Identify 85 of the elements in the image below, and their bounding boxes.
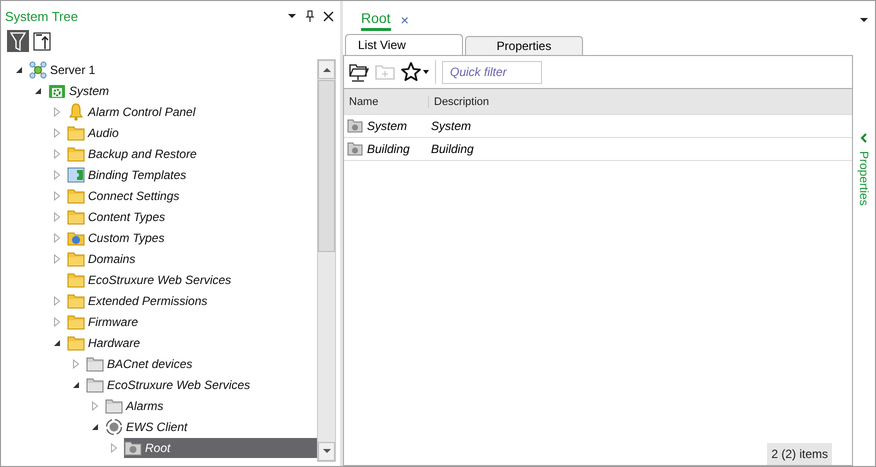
gear-folder-icon — [48, 82, 66, 98]
column-header[interactable]: Description — [429, 96, 490, 108]
folder-icon — [67, 334, 85, 350]
item-count: 2 (2) items — [767, 443, 832, 465]
folder-icon — [86, 356, 104, 372]
collapsed-arrow-icon[interactable] — [53, 148, 61, 158]
folder-icon — [67, 208, 85, 224]
folder-icon — [105, 398, 123, 414]
expanded-arrow-icon[interactable] — [34, 86, 42, 96]
tree-item[interactable]: Domains — [67, 248, 140, 268]
network-icon — [29, 60, 47, 78]
dropdown-icon[interactable] — [287, 11, 297, 21]
tree-item[interactable]: EWS Client — [105, 416, 192, 436]
collapsed-arrow-icon[interactable] — [72, 358, 80, 368]
collapsed-arrow-icon[interactable] — [53, 316, 61, 326]
scroll-down-icon[interactable] — [322, 449, 330, 454]
tree-item[interactable]: System — [48, 80, 114, 100]
tree-item[interactable]: EcoStruxure Web Services — [67, 270, 236, 290]
collapsed-arrow-icon[interactable] — [53, 170, 61, 180]
collapsed-arrow-icon[interactable] — [53, 232, 61, 242]
panel-title: System Tree — [5, 8, 78, 24]
scroll-up-icon[interactable] — [322, 67, 330, 72]
expanded-arrow-icon[interactable] — [53, 338, 61, 348]
favorites-button[interactable] — [400, 61, 429, 83]
folder-icon — [67, 314, 85, 330]
close-tab-button[interactable]: × — [400, 12, 409, 28]
tree-item[interactable]: Extended Permissions — [67, 290, 212, 310]
tree-item[interactable]: Hardware — [67, 332, 144, 352]
tree-item[interactable]: Firmware — [67, 312, 142, 332]
collapsed-arrow-icon[interactable] — [53, 212, 61, 222]
tree-item[interactable]: Binding Templates — [67, 164, 190, 184]
folder-icon — [67, 292, 85, 308]
caret-icon — [423, 70, 429, 74]
collapsed-arrow-icon[interactable] — [110, 442, 118, 452]
bell-icon — [67, 102, 85, 120]
expand-chevron-icon[interactable] — [860, 133, 868, 143]
server-folder-icon — [124, 440, 142, 456]
tree-item[interactable]: Alarms — [105, 396, 168, 416]
folder-icon — [67, 188, 85, 204]
expanded-arrow-icon[interactable] — [91, 422, 99, 432]
folder-icon — [67, 250, 85, 266]
table-cell: Building — [367, 142, 410, 156]
star-icon — [400, 61, 422, 83]
table-cell-text: System — [430, 119, 472, 133]
tree-item[interactable]: Content Types — [67, 206, 170, 226]
collapsed-arrow-icon[interactable] — [53, 190, 61, 200]
folder-icon — [67, 272, 85, 288]
dropdown-icon[interactable] — [859, 16, 869, 24]
collapsed-arrow-icon[interactable] — [53, 128, 61, 138]
document-tab[interactable]: Root — [361, 10, 391, 30]
collapsed-arrow-icon[interactable] — [91, 400, 99, 410]
close-icon[interactable] — [323, 10, 334, 22]
tree-item[interactable]: EcoStruxure Web Services — [86, 374, 254, 394]
table-cell: System — [367, 119, 408, 133]
scrollbar[interactable] — [317, 59, 336, 462]
server-folder-icon — [347, 142, 363, 156]
folder-globe-icon — [67, 230, 85, 246]
column-header[interactable]: Name — [344, 96, 429, 108]
folder-icon — [67, 124, 85, 140]
collapsed-arrow-icon[interactable] — [53, 296, 61, 306]
pin-icon[interactable] — [305, 10, 315, 22]
table-cell-text: Building — [430, 142, 474, 156]
expanded-arrow-icon[interactable] — [72, 380, 80, 390]
tree-item[interactable]: Backup and Restore — [67, 144, 201, 164]
folder-icon — [86, 376, 104, 392]
expanded-arrow-icon[interactable] — [15, 64, 23, 74]
quick-filter-field[interactable]: Quick filter — [442, 60, 542, 84]
tree-item[interactable]: Server 1 — [29, 60, 100, 80]
folder-icon — [67, 146, 85, 162]
sync-globe-icon — [105, 418, 123, 436]
collapsed-arrow-icon[interactable] — [53, 254, 61, 264]
tree-item[interactable]: Connect Settings — [67, 186, 184, 206]
collapsed-arrow-icon[interactable] — [53, 106, 61, 116]
tree-item[interactable]: BACnet devices — [86, 354, 196, 374]
tree-item[interactable]: Alarm Control Panel — [67, 102, 200, 122]
collapse-button[interactable] — [31, 30, 53, 52]
view-tab[interactable]: Properties — [465, 36, 583, 55]
server-folder-icon — [347, 119, 363, 133]
filter-button[interactable] — [7, 30, 29, 52]
puzzle-icon — [67, 166, 85, 182]
tree-item[interactable]: Audio — [67, 122, 123, 142]
tree-item[interactable]: Custom Types — [67, 228, 168, 248]
properties-side-tab[interactable]: Properties — [857, 151, 871, 206]
tree-item[interactable]: Root — [124, 438, 317, 458]
view-tab[interactable]: List View — [345, 34, 463, 55]
